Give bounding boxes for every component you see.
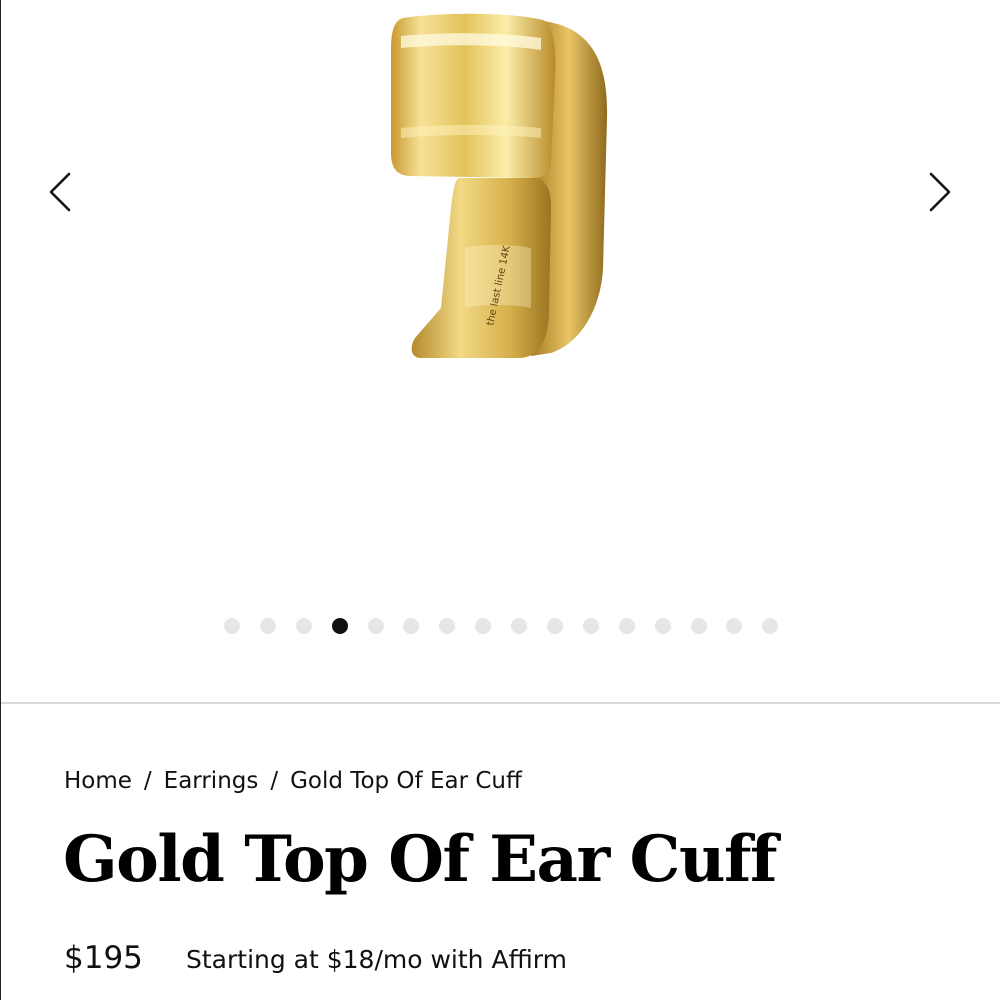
pagination-dot[interactable] [439,618,456,634]
section-divider [1,702,1000,704]
pagination-dot-active[interactable] [331,618,348,634]
gallery-next-button[interactable] [921,168,961,216]
product-page: the last line 14K Home / Earrings / Gold… [0,0,1000,1000]
pagination-dot[interactable] [367,618,384,634]
breadcrumb-home-link[interactable]: Home [64,768,132,794]
pagination-dot[interactable] [259,618,276,634]
price-row: $195 Starting at $18/mo with Affirm [64,940,567,976]
breadcrumb: Home / Earrings / Gold Top Of Ear Cuff [64,768,522,794]
pagination-dot[interactable] [403,618,420,634]
pagination-dot[interactable] [224,618,240,634]
product-image: the last line 14K [391,13,608,358]
pagination-dot[interactable] [582,618,599,634]
breadcrumb-separator: / [270,768,279,794]
pagination-dot[interactable] [618,618,635,634]
pagination-dot[interactable] [690,618,707,634]
pagination-dot[interactable] [475,618,492,634]
pagination-dot[interactable] [295,618,312,634]
product-gallery: the last line 14K [1,0,1000,703]
gallery-prev-button[interactable] [39,168,79,216]
pagination-dot[interactable] [762,618,779,634]
product-title: Gold Top Of Ear Cuff [63,822,778,897]
chevron-left-icon [49,172,71,212]
breadcrumb-separator: / [143,768,152,794]
pagination-dot[interactable] [547,618,564,634]
pagination-dot[interactable] [654,618,671,634]
chevron-right-icon [929,172,951,212]
affirm-financing-text[interactable]: Starting at $18/mo with Affirm [186,945,567,974]
product-price: $195 [64,940,143,976]
pagination-dot[interactable] [511,618,528,634]
breadcrumb-current-page[interactable]: Gold Top Of Ear Cuff [290,768,522,794]
pagination-dot[interactable] [726,618,743,634]
breadcrumb-earrings-link[interactable]: Earrings [164,768,259,794]
gallery-pagination [224,618,798,634]
